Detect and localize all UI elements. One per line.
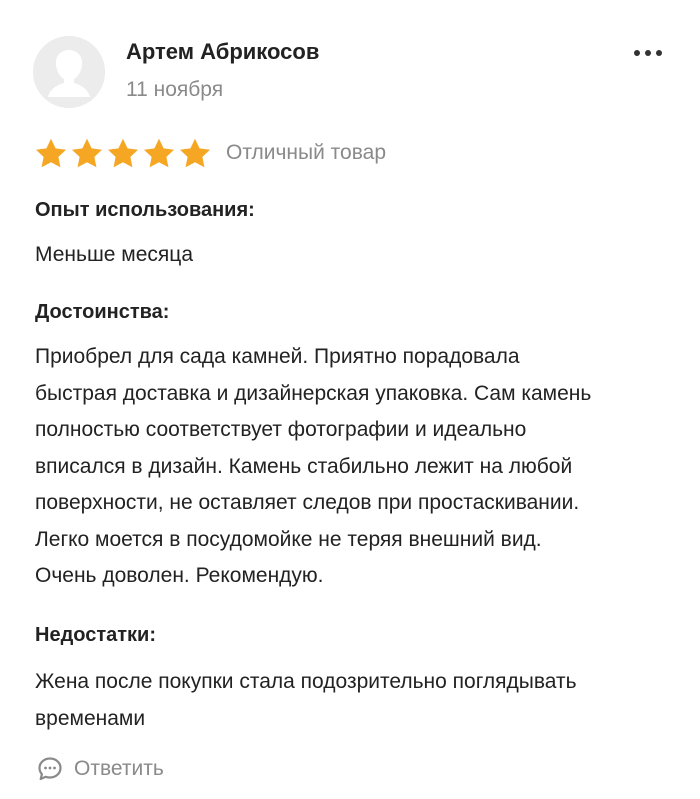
pros-line: Очень доволен. Рекомендую.	[35, 564, 324, 587]
star-icon	[34, 137, 68, 169]
rating-stars	[34, 137, 212, 169]
pros-line: полностью соответствует фотографии и иде…	[35, 418, 527, 441]
reply-button[interactable]: Ответить	[36, 755, 164, 783]
comment-icon	[38, 757, 62, 781]
star-icon	[106, 137, 140, 169]
cons-heading: Недостатки:	[35, 624, 157, 646]
cons-text: Жена после покупки стала подозрительно п…	[35, 664, 675, 737]
more-dots-icon[interactable]	[628, 40, 668, 66]
pros-line: поверхности, не оставляет следов при про…	[35, 491, 580, 514]
experience-text: Меньше месяца	[35, 243, 194, 266]
review-card: Артем Абрикосов 11 ноября Отличный товар…	[0, 0, 700, 799]
experience-heading: Опыт использования:	[35, 199, 255, 221]
pros-text: Приобрел для сада камней. Приятно порадо…	[35, 339, 675, 595]
review-date: 11 ноября	[126, 78, 224, 101]
cons-line: Жена после покупки стала подозрительно п…	[35, 670, 577, 693]
rating-label: Отличный товар	[226, 141, 387, 164]
pros-line: быстрая доставка и дизайнерская упаковка…	[35, 381, 592, 405]
cons-line: временами	[35, 706, 146, 730]
user-silhouette-icon	[33, 36, 105, 108]
star-icon	[178, 137, 212, 169]
pros-heading: Достоинства:	[35, 301, 170, 323]
rating: Отличный товар	[34, 134, 386, 172]
pros-line: Легко моется в посудомойке не теряя внеш…	[35, 527, 542, 551]
pros-line: вписался в дизайн. Камень стабильно лежи…	[35, 454, 573, 478]
pros-line: Приобрел для сада камней. Приятно порадо…	[35, 345, 520, 368]
reply-label: Ответить	[74, 757, 164, 780]
author-name[interactable]: Артем Абрикосов	[126, 39, 319, 65]
star-icon	[70, 137, 104, 169]
star-icon	[142, 137, 176, 169]
avatar[interactable]	[33, 36, 105, 108]
